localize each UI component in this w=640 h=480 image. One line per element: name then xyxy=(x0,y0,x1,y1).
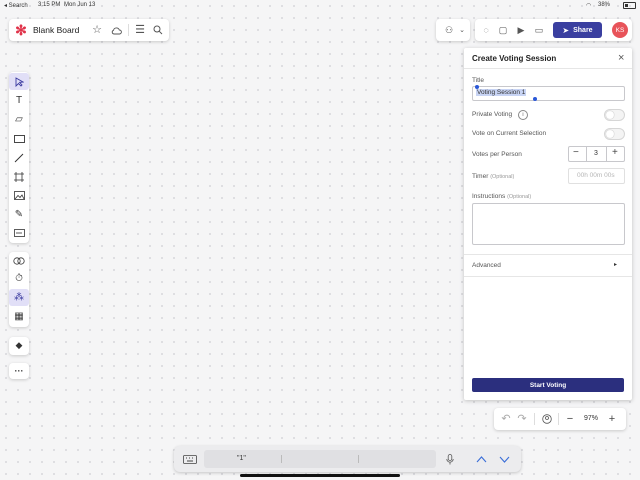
chevron-down-icon[interactable] xyxy=(497,452,511,466)
info-icon[interactable]: i xyxy=(518,110,528,120)
status-time: 3:15 PM xyxy=(38,2,61,8)
zoom-in-button[interactable]: + xyxy=(606,412,618,426)
status-date: Mon Jun 13 xyxy=(64,2,96,8)
voting-tool-icon[interactable]: ⁂ xyxy=(9,289,29,306)
app-logo-icon[interactable]: ✻ xyxy=(13,22,29,38)
predictive-suggestion[interactable]: "1" xyxy=(237,455,246,462)
wifi-icon: ◠ xyxy=(586,3,592,9)
selection-handle-start[interactable] xyxy=(475,85,479,89)
timer-input[interactable]: 00h 00m 00s xyxy=(568,168,625,184)
divider xyxy=(464,276,632,277)
instructions-optional-text: (Optional) xyxy=(507,194,532,200)
chevron-down-icon[interactable]: ⌄ xyxy=(458,25,466,35)
divider xyxy=(358,455,359,463)
votes-stepper[interactable]: − 3 + xyxy=(568,146,625,162)
timer-placeholder: 00h 00m 00s xyxy=(577,172,615,179)
video-icon[interactable]: ▭ xyxy=(533,24,545,36)
instructions-textarea[interactable] xyxy=(472,203,625,245)
share-button[interactable]: ➤ Share xyxy=(553,22,602,38)
microphone-icon[interactable] xyxy=(444,453,456,465)
instructions-label-text: Instructions xyxy=(472,193,506,200)
more-shapes-tool-icon[interactable] xyxy=(9,224,29,241)
chevron-right-icon[interactable]: ▸ xyxy=(614,261,617,268)
home-indicator xyxy=(240,474,400,477)
instructions-label: Instructions (Optional) xyxy=(472,193,531,200)
private-voting-label: Private Voting xyxy=(472,111,513,118)
votes-value[interactable]: 3 xyxy=(594,150,598,157)
divider xyxy=(558,413,559,425)
votes-decrement-button[interactable]: − xyxy=(573,147,579,158)
close-icon[interactable]: × xyxy=(618,52,624,64)
shape-tool-icon[interactable] xyxy=(9,130,29,147)
status-battery-text: 38% xyxy=(598,2,611,8)
sticky-note-tool-icon[interactable]: ▱ xyxy=(9,111,29,128)
selection-handle-end[interactable] xyxy=(533,97,537,101)
avatar[interactable]: KS xyxy=(612,22,628,38)
frame-tool-icon[interactable] xyxy=(9,168,29,185)
divider xyxy=(281,455,282,463)
title-input-value: Voting Session 1 xyxy=(476,89,527,96)
zoom-level[interactable]: 97% xyxy=(584,415,598,422)
chat-icon[interactable]: ◌ xyxy=(480,24,492,36)
advanced-label[interactable]: Advanced xyxy=(472,262,501,269)
start-voting-button[interactable]: Start Voting xyxy=(472,378,624,392)
send-icon: ➤ xyxy=(562,25,570,35)
timer-label-text: Timer xyxy=(472,173,489,180)
redo-icon[interactable]: ↷ xyxy=(516,413,528,425)
divider xyxy=(128,24,129,36)
title-input[interactable]: Voting Session 1 xyxy=(472,85,625,101)
keyboard-shortcut-bar: "1" xyxy=(174,446,521,472)
zoom-out-button[interactable]: − xyxy=(564,412,576,426)
battery-icon xyxy=(623,2,636,9)
image-tool-icon[interactable] xyxy=(9,187,29,204)
text-tool-icon[interactable]: T xyxy=(9,92,29,109)
keyboard-icon[interactable] xyxy=(182,453,198,465)
user-view-icon[interactable] xyxy=(541,413,553,425)
board-title[interactable]: Blank Board xyxy=(33,25,79,35)
timer-optional-text: (Optional) xyxy=(490,174,515,180)
voting-session-panel: Create Voting Session × Title Voting Ses… xyxy=(464,48,632,400)
present-icon[interactable]: ▶ xyxy=(515,24,527,36)
share-label: Share xyxy=(573,26,593,34)
undo-icon[interactable]: ↶ xyxy=(500,413,512,425)
divider xyxy=(606,147,607,161)
more-tools-icon[interactable]: ··· xyxy=(9,363,29,379)
collab-bar: ⚇ ⌄ xyxy=(436,19,470,41)
search-icon[interactable] xyxy=(152,24,164,36)
star-icon[interactable]: ☆ xyxy=(91,24,103,36)
divider xyxy=(534,413,535,425)
timer-reactions-icon[interactable]: ▢ xyxy=(497,24,509,36)
timer-label: Timer (Optional) xyxy=(472,173,514,180)
menu-icon[interactable]: ☰ xyxy=(134,24,146,36)
divider xyxy=(586,147,587,161)
timer-tool-icon[interactable]: ⏱ xyxy=(9,270,29,287)
panel-title: Create Voting Session xyxy=(472,54,557,63)
divider xyxy=(464,254,632,255)
collaboration-tool-icon[interactable] xyxy=(9,252,29,269)
chevron-up-icon[interactable] xyxy=(474,452,488,466)
board-title-bar: ✻ Blank Board ☆ ☰ xyxy=(9,19,169,41)
line-tool-icon[interactable] xyxy=(9,149,29,166)
status-back[interactable]: ◂ Search xyxy=(4,2,28,9)
vote-on-selection-toggle[interactable] xyxy=(604,128,625,140)
divider xyxy=(464,68,632,69)
votes-increment-button[interactable]: + xyxy=(612,147,618,158)
private-voting-toggle[interactable] xyxy=(604,109,625,121)
cloud-icon[interactable] xyxy=(110,24,122,36)
select-tool-icon[interactable] xyxy=(9,73,29,90)
top-actions-bar: ◌ ▢ ▶ ▭ ➤ Share KS xyxy=(475,19,632,41)
predictive-text-bar: "1" xyxy=(204,450,436,468)
zoom-bar: ↶ ↷ − 97% + xyxy=(494,408,626,430)
templates-tool-icon[interactable]: ▦ xyxy=(9,308,29,325)
start-voting-label: Start Voting xyxy=(529,381,567,389)
collaborators-icon[interactable]: ⚇ xyxy=(440,23,458,37)
title-label: Title xyxy=(472,77,485,84)
draw-tool-icon[interactable]: ✎ xyxy=(9,206,29,223)
diamond-tool-icon[interactable]: ◆ xyxy=(9,337,29,354)
vote-on-selection-label: Vote on Current Selection xyxy=(472,130,547,137)
votes-per-person-label: Votes per Person xyxy=(472,151,522,158)
status-bar: ◂ Search 3:15 PM Mon Jun 13 ◠ 38% xyxy=(0,0,640,10)
